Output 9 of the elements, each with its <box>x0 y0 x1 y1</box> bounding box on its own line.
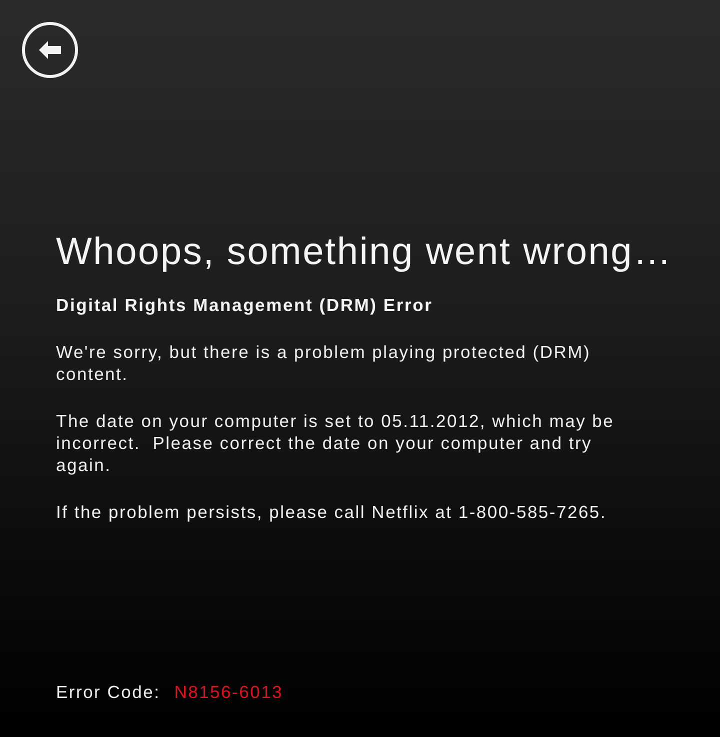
error-message: We're sorry, but there is a problem playing protected (DRM) content. <box>56 341 592 385</box>
error-message: The date on your computer is set to 05.11.2012, which may be incorrect. Please correct the date on your computer and try again. <box>56 410 616 476</box>
error-title: Whoops, something went wrong… <box>56 230 672 274</box>
left-arrow-icon <box>39 41 61 59</box>
error-message: If the problem persists, please call Netflix at 1-800-585-7265. <box>56 501 608 523</box>
error-subtitle: Digital Rights Management (DRM) Error <box>56 294 433 316</box>
error-code-label: Error Code: <box>56 682 160 703</box>
back-button[interactable] <box>22 22 78 78</box>
error-code-value: N8156-6013 <box>174 682 284 703</box>
